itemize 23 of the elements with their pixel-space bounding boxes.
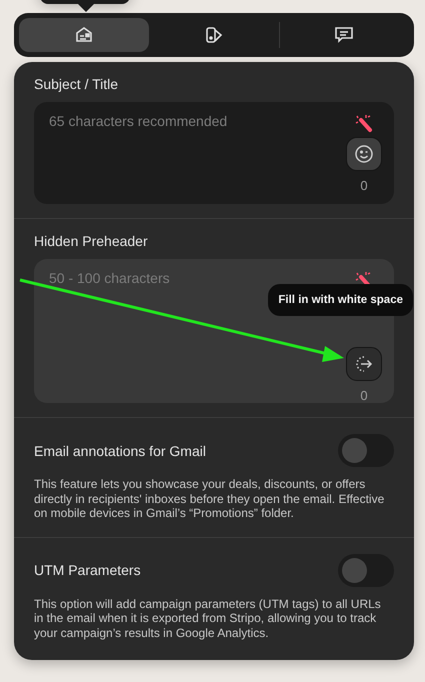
setting-description: This feature lets you showcase your deals, discounts, or offers directly in recipients' inboxes before they open the email. Effective on mobile devices in Gmail’s “Promotions” folder.: [34, 477, 386, 520]
smiley-icon: [354, 144, 374, 164]
character-count: 0: [360, 178, 368, 193]
action-button[interactable]: [346, 137, 382, 171]
setting-description: This option will add campaign parameters (UTM tags) to all URLs in the email when it is exported from Stripo, allowing you to track your campaign’s results in Google Analytics.: [34, 596, 382, 640]
palette-icon: [204, 25, 224, 45]
magic-wand-icon[interactable]: [354, 113, 374, 133]
action-button[interactable]: [346, 347, 382, 381]
toggle-switch[interactable]: [338, 434, 394, 467]
comment-icon: [333, 25, 356, 45]
tooltip: Fill in with white space: [268, 284, 413, 316]
tab[interactable]: [19, 18, 149, 52]
field-label: Subject / Title: [34, 76, 120, 92]
character-count: 0: [360, 388, 368, 403]
dotted-arrow-icon: [354, 354, 374, 374]
placeholder-text: 65 characters recommended: [49, 113, 228, 131]
setting-label: UTM Parameters: [34, 562, 141, 578]
placeholder-text: 50 - 100 characters: [49, 270, 170, 288]
field-label: Hidden Preheader: [34, 233, 149, 249]
text-field[interactable]: 65 characters recommended 0: [34, 102, 394, 204]
card-icon: [74, 25, 94, 45]
setting-label: Email annotations for Gmail: [34, 442, 206, 458]
toggle-switch[interactable]: [338, 554, 394, 586]
